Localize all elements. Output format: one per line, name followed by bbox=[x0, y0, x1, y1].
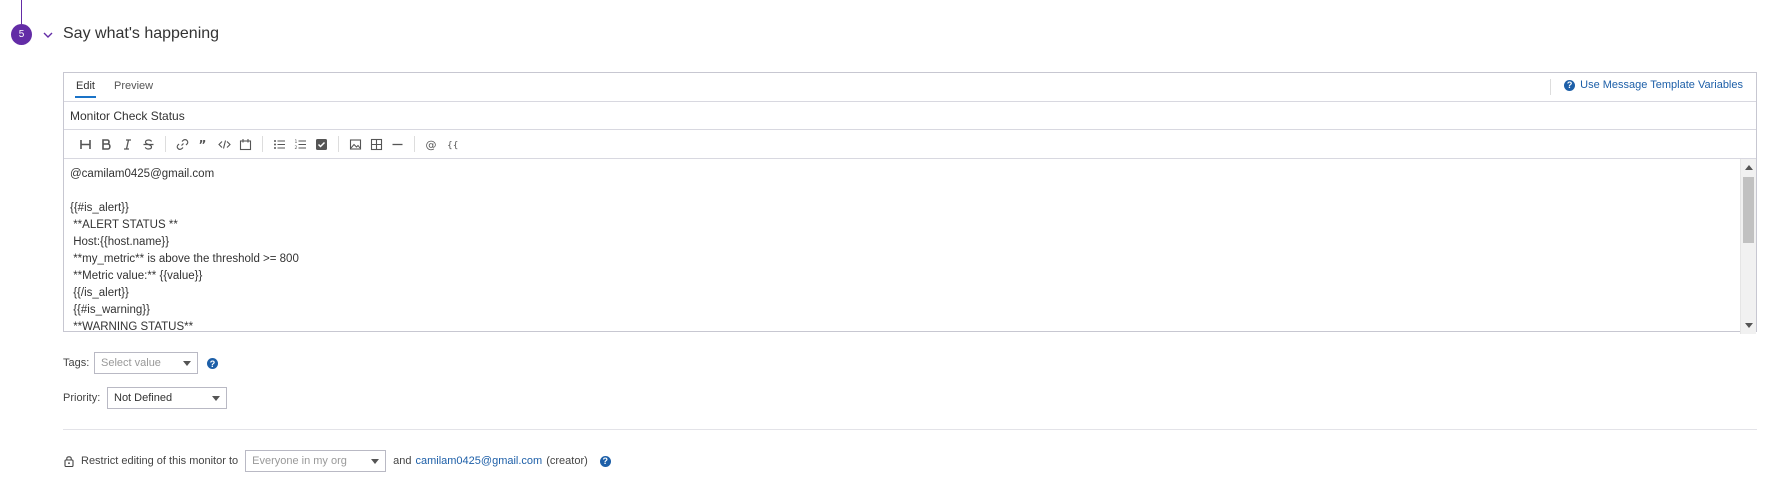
tab-edit[interactable]: Edit bbox=[75, 80, 96, 98]
scroll-up-arrow[interactable] bbox=[1745, 165, 1753, 170]
restrict-placeholder: Everyone in my org bbox=[252, 455, 347, 467]
formatting-toolbar: ” 12 @ {{ bbox=[64, 130, 1756, 159]
svg-text:”: ” bbox=[199, 138, 207, 151]
restrict-editing-row: Restrict editing of this monitor to Ever… bbox=[63, 450, 611, 472]
creator-suffix: (creator) bbox=[546, 455, 588, 467]
tags-select[interactable]: Select value bbox=[94, 352, 198, 374]
editor-tabs: Edit Preview ? Use Message Template Vari… bbox=[64, 73, 1756, 102]
code-icon[interactable] bbox=[214, 135, 235, 153]
strikethrough-icon[interactable] bbox=[138, 135, 159, 153]
image-icon[interactable] bbox=[345, 135, 366, 153]
message-editor: Edit Preview ? Use Message Template Vari… bbox=[63, 72, 1757, 334]
svg-text:1: 1 bbox=[295, 139, 298, 145]
template-variable-icon[interactable]: {{ bbox=[442, 135, 463, 153]
italic-icon[interactable] bbox=[117, 135, 138, 153]
restrict-and: and bbox=[393, 455, 412, 467]
caret-down-icon bbox=[183, 361, 191, 366]
scroll-down-arrow[interactable] bbox=[1745, 323, 1753, 328]
caret-down-icon bbox=[371, 459, 380, 464]
bullet-list-icon[interactable] bbox=[269, 135, 290, 153]
creator-email-link[interactable]: camilam0425@gmail.com bbox=[415, 455, 542, 467]
bold-icon[interactable] bbox=[96, 135, 117, 153]
checklist-icon[interactable] bbox=[311, 135, 332, 153]
restrict-help-icon[interactable]: ? bbox=[599, 455, 611, 467]
step-connector-line bbox=[21, 0, 22, 24]
body-scrollbar[interactable] bbox=[1740, 159, 1756, 334]
lock-icon bbox=[64, 456, 74, 467]
template-variables-link[interactable]: ? Use Message Template Variables bbox=[1564, 79, 1743, 91]
chevron-down-icon[interactable] bbox=[42, 29, 54, 41]
message-body-textarea[interactable]: @camilam0425@gmail.com {{#is_alert}} **A… bbox=[64, 159, 1756, 334]
heading-icon[interactable] bbox=[75, 135, 96, 153]
step-number-badge: 5 bbox=[11, 24, 32, 45]
numbered-list-icon[interactable]: 12 bbox=[290, 135, 311, 153]
template-variables-label: Use Message Template Variables bbox=[1580, 79, 1743, 91]
svg-text:{{: {{ bbox=[447, 141, 458, 151]
tags-label: Tags: bbox=[63, 357, 90, 369]
code-block-icon[interactable] bbox=[235, 135, 256, 153]
toolbar-divider bbox=[262, 136, 263, 152]
toolbar-divider bbox=[165, 136, 166, 152]
restrict-editing-select[interactable]: Everyone in my org bbox=[245, 450, 387, 472]
toolbar-divider bbox=[414, 136, 415, 152]
tags-placeholder: Select value bbox=[101, 357, 161, 369]
caret-down-icon bbox=[212, 396, 220, 401]
svg-text:@: @ bbox=[426, 138, 437, 151]
tab-divider bbox=[1550, 79, 1551, 95]
priority-label: Priority: bbox=[63, 392, 101, 404]
tab-preview[interactable]: Preview bbox=[114, 80, 153, 92]
tags-help-icon[interactable]: ? bbox=[207, 358, 218, 369]
link-icon[interactable] bbox=[172, 135, 193, 153]
scroll-thumb[interactable] bbox=[1743, 177, 1754, 243]
help-icon: ? bbox=[1564, 79, 1576, 91]
section-title: Say what's happening bbox=[63, 25, 220, 42]
mention-icon[interactable]: @ bbox=[421, 135, 442, 153]
message-title-input[interactable]: Monitor Check Status bbox=[64, 102, 1756, 130]
horizontal-rule-icon[interactable] bbox=[387, 135, 408, 153]
section-divider bbox=[63, 429, 1757, 430]
restrict-prefix: Restrict editing of this monitor to bbox=[81, 455, 239, 467]
step-number: 5 bbox=[18, 29, 25, 40]
priority-select[interactable]: Not Defined bbox=[107, 387, 227, 409]
toolbar-divider bbox=[338, 136, 339, 152]
table-icon[interactable] bbox=[366, 135, 387, 153]
svg-text:2: 2 bbox=[295, 145, 298, 151]
priority-value: Not Defined bbox=[114, 392, 173, 404]
message-body-text: @camilam0425@gmail.com {{#is_alert}} **A… bbox=[70, 168, 299, 333]
quote-icon[interactable]: ” bbox=[193, 135, 214, 153]
